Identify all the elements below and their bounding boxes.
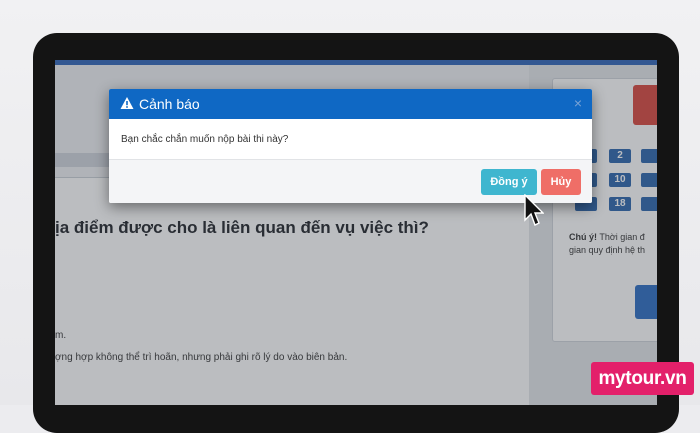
warning-triangle-icon bbox=[120, 97, 134, 109]
warning-dialog: Cảnh báo × Bạn chắc chắn muốn nộp bài th… bbox=[109, 89, 592, 203]
dialog-footer: Đồng ý Hủy bbox=[109, 159, 592, 203]
close-icon[interactable]: × bbox=[574, 95, 582, 111]
mouse-cursor-icon bbox=[524, 194, 544, 226]
dialog-title: Cảnh báo bbox=[139, 96, 200, 112]
cancel-button[interactable]: Hủy bbox=[541, 169, 581, 195]
dialog-header: Cảnh báo × bbox=[109, 89, 592, 119]
dialog-body: Bạn chắc chắn muốn nộp bài thi này? bbox=[109, 119, 592, 159]
confirm-button[interactable]: Đồng ý bbox=[481, 169, 537, 195]
watermark-logo: mytour.vn bbox=[591, 362, 694, 395]
laptop-screen: ịa điểm được cho là liên quan đến vụ việ… bbox=[55, 60, 657, 405]
dialog-message: Bạn chắc chắn muốn nộp bài thi này? bbox=[121, 134, 289, 145]
